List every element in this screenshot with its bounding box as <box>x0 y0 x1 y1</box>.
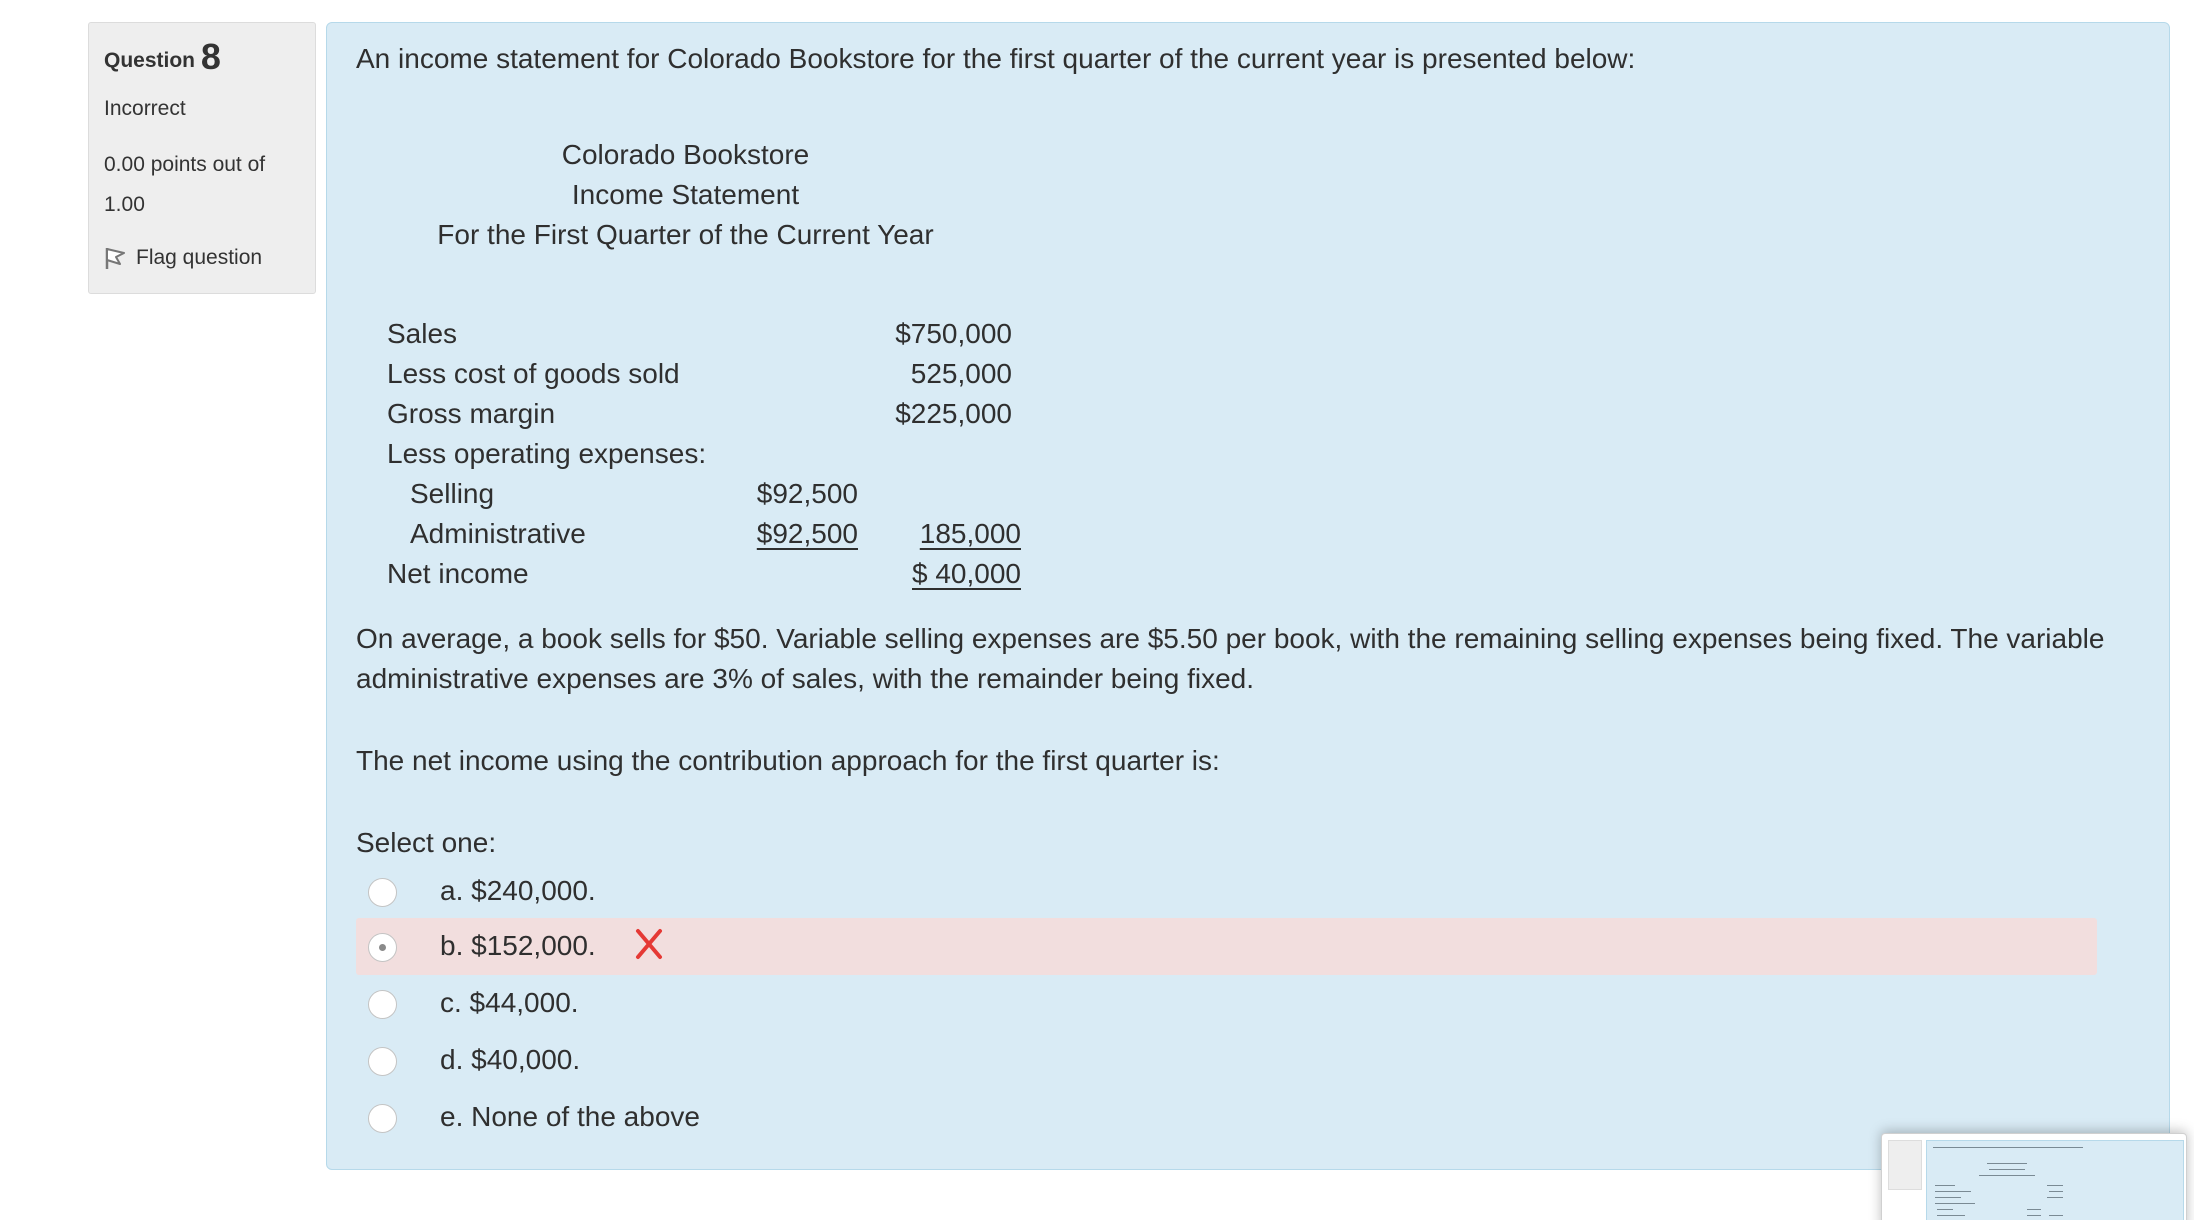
flag-icon <box>105 248 125 269</box>
statement-row-label: Selling <box>410 478 495 509</box>
thumbnail-content-panel <box>1926 1140 2184 1220</box>
statement-row-total: $225,000 <box>895 398 1012 429</box>
radio-button[interactable] <box>368 1047 397 1076</box>
question-content: An income statement for Colorado Booksto… <box>326 22 2170 1170</box>
radio-button[interactable] <box>368 990 397 1019</box>
question-label: Question <box>104 49 196 72</box>
radio-button-selected[interactable] <box>368 933 397 962</box>
flag-question-label: Flag question <box>136 246 263 269</box>
thumbnail-info-panel <box>1888 1140 1922 1190</box>
statement-row-total: 525,000 <box>910 358 1012 389</box>
question-info-panel: Question 8 Incorrect 0.00 points out of … <box>88 22 316 294</box>
cross-icon <box>636 929 662 959</box>
answer-option-c[interactable]: c. $44,000. <box>356 975 2097 1032</box>
answer-option-label: e. None of the above <box>440 1101 700 1132</box>
question-state: Incorrect <box>104 97 186 120</box>
answer-option-label: a. $240,000. <box>440 875 596 906</box>
radio-button[interactable] <box>368 1104 397 1133</box>
statement-row-label: Net income <box>387 558 529 589</box>
question-number: Question 8 <box>104 37 300 81</box>
question-number-value: 8 <box>200 36 221 77</box>
answer-option-a[interactable]: a. $240,000. <box>356 863 2097 920</box>
answer-option-e[interactable]: e. None of the above <box>356 1089 2097 1146</box>
flag-question-link[interactable]: Flag question <box>104 242 300 274</box>
statement-row-label: Less operating expenses: <box>387 438 707 469</box>
statement-row-label: Sales <box>387 318 458 349</box>
statement-row-label: Less cost of goods sold <box>387 358 680 389</box>
question-prompt: The net income using the contribution ap… <box>356 745 1220 776</box>
statement-row-label: Administrative <box>410 518 586 549</box>
statement-row-total: $ 40,000 <box>912 558 1021 589</box>
answer-option-label: b. $152,000. <box>440 930 596 961</box>
statement-row-total: 185,000 <box>919 518 1021 549</box>
select-one-label: Select one: <box>356 827 497 858</box>
screenshot-thumbnail-preview[interactable] <box>1881 1133 2187 1220</box>
answer-option-d[interactable]: d. $40,000. <box>356 1032 2097 1089</box>
answer-option-label: c. $44,000. <box>440 987 579 1018</box>
question-grade: 0.00 points out of 1.00 <box>104 153 266 216</box>
radio-button[interactable] <box>368 878 397 907</box>
statement-row-subtotal: $92,500 <box>756 518 858 549</box>
statement-row-subtotal: $92,500 <box>756 478 858 509</box>
answer-option-b[interactable]: b. $152,000. <box>356 918 2097 975</box>
answer-option-label: d. $40,000. <box>440 1044 581 1075</box>
statement-row-total: $750,000 <box>895 318 1012 349</box>
statement-row-label: Gross margin <box>387 398 556 429</box>
question-paragraph: On average, a book sells for $50. Variab… <box>356 623 2105 694</box>
